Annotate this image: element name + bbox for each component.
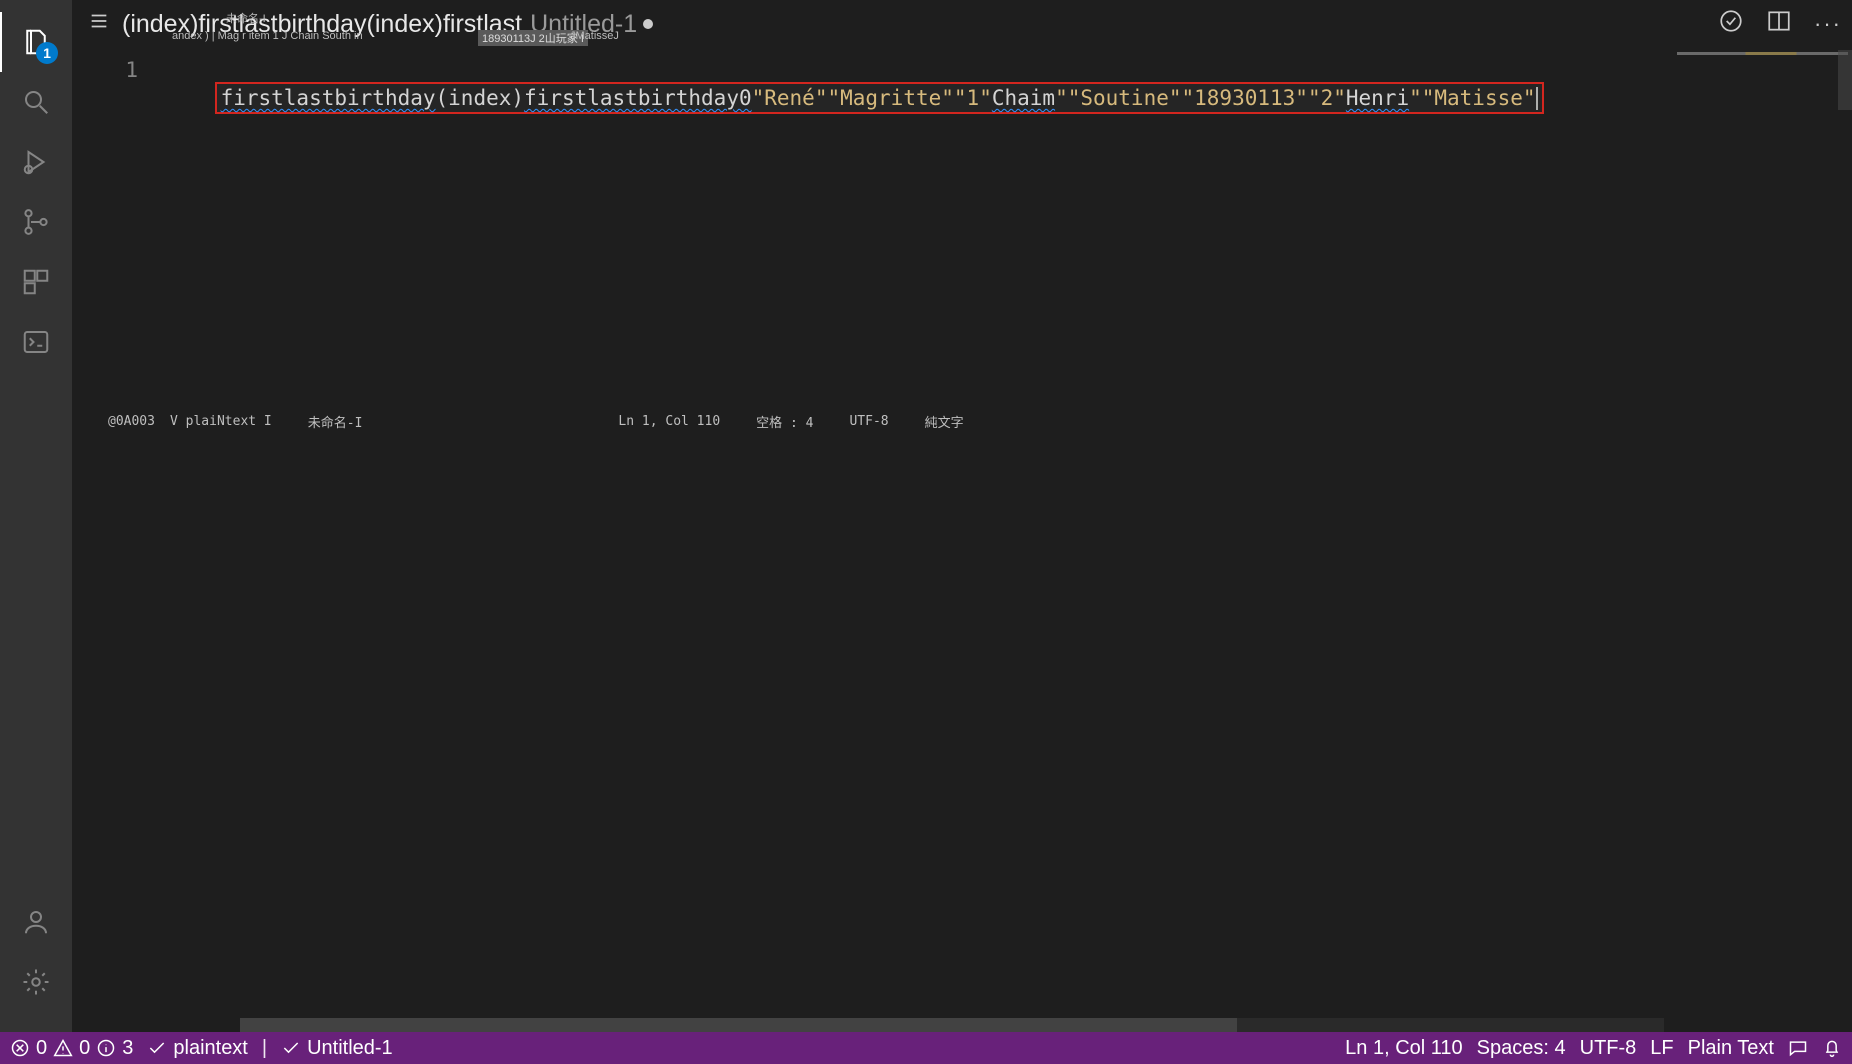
account-icon	[21, 907, 51, 937]
status-spell-lang-label: plaintext	[173, 1037, 248, 1060]
run-debug-icon	[21, 147, 51, 177]
check-circle-icon	[1718, 8, 1744, 34]
status-feedback[interactable]	[1788, 1038, 1808, 1058]
token: "2"	[1308, 86, 1346, 110]
token: Chaim	[992, 86, 1055, 110]
minimap-slider[interactable]	[1838, 50, 1852, 110]
status-indent[interactable]: Spaces: 4	[1477, 1037, 1566, 1060]
code-area[interactable]: firstlastbirthday(index)firstlastbirthda…	[164, 50, 1672, 1032]
status-encoding[interactable]: UTF-8	[1580, 1037, 1637, 1060]
token: firstlastbirthday	[221, 86, 436, 110]
activity-account[interactable]	[12, 892, 60, 952]
minimap[interactable]	[1672, 50, 1852, 1032]
status-spell-file[interactable]: Untitled-1	[281, 1037, 393, 1060]
status-bell[interactable]	[1822, 1038, 1842, 1058]
token: "Magritte"	[827, 86, 953, 110]
split-icon	[1766, 8, 1792, 34]
info-count: 3	[122, 1037, 133, 1060]
overlay-hint-d: JMatisseJ	[570, 30, 619, 42]
split-editor-button[interactable]	[1766, 8, 1792, 39]
status-spell-lang[interactable]: plaintext	[147, 1037, 248, 1060]
status-language[interactable]: Plain Text	[1688, 1037, 1774, 1060]
check-icon	[147, 1038, 167, 1058]
error-icon	[10, 1038, 30, 1058]
search-icon	[21, 87, 51, 117]
status-spell-file-label: Untitled-1	[307, 1037, 393, 1060]
lncol-chip: Ln 1, Col 110	[618, 414, 720, 429]
more-actions-button[interactable]: ···	[1814, 11, 1842, 37]
line-number: 1	[72, 58, 138, 82]
status-lncol[interactable]: Ln 1, Col 110	[1345, 1037, 1463, 1060]
status-problems[interactable]: 0 0 3	[10, 1037, 133, 1060]
code-line-1[interactable]: firstlastbirthday(index)firstlastbirthda…	[215, 82, 1544, 114]
spaces-chip: 空格 : 4	[756, 412, 813, 431]
token: ""Soutine"	[1055, 86, 1181, 110]
text-caret	[1536, 87, 1538, 110]
side-id: @0A003	[108, 414, 155, 429]
token: "18930113"	[1182, 86, 1308, 110]
activity-run-debug[interactable]	[12, 132, 60, 192]
check-icon	[281, 1038, 301, 1058]
unnamed-chip: 未命名-I	[308, 412, 363, 431]
mode-chip: 純文字	[925, 412, 964, 431]
explorer-badge: 1	[36, 42, 58, 64]
separator: |	[262, 1037, 267, 1060]
info-icon	[96, 1038, 116, 1058]
activity-bar: 1	[0, 0, 72, 1032]
overlay-hint-b: 未命名-I	[226, 10, 266, 26]
bell-icon	[1822, 1038, 1842, 1058]
activity-bottom-group	[12, 892, 60, 1012]
token: firstlastbirthday0	[524, 86, 752, 110]
token: (index)	[436, 86, 525, 110]
token: "1"	[954, 86, 992, 110]
activity-explorer[interactable]: 1	[12, 12, 60, 72]
terminal-icon	[21, 327, 51, 357]
lang-hint-chip: V plaiNtext I	[170, 414, 272, 429]
source-control-icon	[21, 207, 51, 237]
token: "René"	[752, 86, 828, 110]
editor: 1 firstlastbirthday(index)firstlastbirth…	[72, 50, 1852, 1032]
gutter: 1	[72, 50, 164, 1032]
scrollbar-thumb[interactable]	[240, 1018, 1237, 1032]
floating-status-row: @0A003 V plaiNtext I 未命名-I Ln 1, Col 110…	[170, 410, 1492, 432]
activity-extensions[interactable]	[12, 252, 60, 312]
token: ""Matisse"	[1409, 86, 1535, 110]
overlay-hint-a: andex ) | Mag r item 1 J Chain South in	[172, 30, 363, 42]
gear-icon	[21, 967, 51, 997]
extensions-icon	[21, 267, 51, 297]
enc-chip: UTF-8	[849, 414, 888, 429]
token: Henri	[1346, 86, 1409, 110]
minimap-line	[1677, 52, 1848, 55]
error-count: 0	[36, 1037, 47, 1060]
activity-settings[interactable]	[12, 952, 60, 1012]
status-bar: 0 0 3 plaintext | Untitled-1 Ln 1, Col 1…	[0, 1032, 1852, 1064]
activity-terminal[interactable]	[12, 312, 60, 372]
title-actions: ···	[1718, 8, 1842, 39]
horizontal-scrollbar[interactable]	[240, 1018, 1664, 1032]
warning-count: 0	[79, 1037, 90, 1060]
status-eol[interactable]: LF	[1650, 1037, 1673, 1060]
feedback-icon	[1788, 1038, 1808, 1058]
dirty-indicator-icon	[643, 19, 653, 29]
tab-bar: (index)firstlastbirthday(index)firstlast…	[0, 0, 1852, 50]
activity-search[interactable]	[12, 72, 60, 132]
warning-icon	[53, 1038, 73, 1058]
list-icon	[88, 10, 110, 38]
activity-scm[interactable]	[12, 192, 60, 252]
compare-changes-button[interactable]	[1718, 8, 1744, 39]
